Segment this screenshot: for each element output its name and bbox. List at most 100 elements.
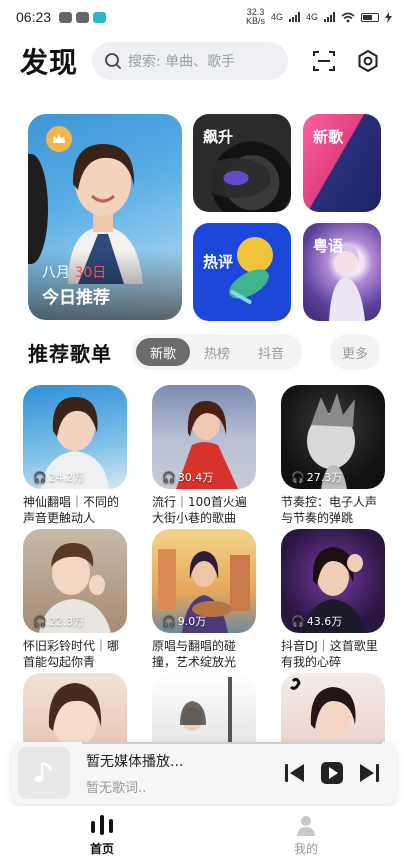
- player-lyrics: 暂无歌词..: [86, 780, 147, 796]
- playlist-cover: 🎧 27.3万: [281, 385, 385, 489]
- recommend-date: 八月 30日: [42, 262, 106, 282]
- mini-player[interactable]: 暂无媒体播放... 暂无歌词..: [12, 742, 396, 804]
- vinyl-decoration: [28, 154, 48, 264]
- next-icon[interactable]: [358, 763, 380, 783]
- music-note-icon: [34, 761, 53, 783]
- headphones-icon: 🎧: [291, 614, 305, 628]
- signal-icon: [288, 12, 300, 22]
- playlist-card[interactable]: 🎧 30.4万 流行｜100首火遍大街小巷的歌曲: [152, 385, 256, 526]
- status-bar: 06:23 32.3 KB/s 4G 4G: [0, 0, 408, 34]
- playback-progress[interactable]: [82, 742, 382, 744]
- cover-image: [180, 677, 232, 743]
- play-count-value: 24.2万: [48, 471, 85, 484]
- playlist-cover: 🎧 22.3万: [23, 529, 127, 633]
- signal-icon: [324, 12, 335, 22]
- app-icon: [93, 11, 107, 23]
- play-count: 🎧 24.2万: [33, 469, 84, 485]
- tile-label: 飙升: [203, 128, 234, 146]
- nav-mine[interactable]: 我的: [266, 810, 346, 857]
- nav-label: 我的: [293, 842, 318, 856]
- album-art: [18, 747, 70, 799]
- settings-icon: [358, 49, 378, 73]
- vip-badge: [46, 126, 72, 152]
- cover-image: [48, 683, 102, 743]
- playlist-card[interactable]: 🎧 22.3万 怀旧彩铃时代｜哪首能勾起你青: [23, 529, 127, 670]
- play-count: 🎧 27.3万: [291, 469, 342, 485]
- tile-new-songs[interactable]: 新歌: [303, 114, 381, 212]
- previous-icon[interactable]: [284, 763, 306, 783]
- header: 发现 搜索: 单曲、歌手: [20, 40, 392, 82]
- recommend-label: 今日推荐: [42, 288, 110, 308]
- date-month: 八月: [42, 265, 70, 281]
- chat-icon: [59, 11, 73, 23]
- settings-button[interactable]: [354, 47, 382, 75]
- play-count-value: 43.6万: [306, 615, 343, 628]
- recommend-playlists-header: 推荐歌单 新歌 热榜 抖音 更多: [28, 332, 380, 372]
- headphones-icon: 🎧: [33, 470, 47, 484]
- search-input[interactable]: 搜索: 单曲、歌手: [92, 42, 289, 80]
- more-button[interactable]: 更多: [330, 334, 380, 370]
- status-right: 32.3 KB/s 4G 4G: [246, 8, 392, 26]
- nav-label: 首页: [89, 842, 114, 856]
- playlist-cover: 🎧 24.2万: [23, 385, 127, 489]
- tile-label: 新歌: [313, 128, 344, 146]
- crown-icon: [53, 134, 65, 143]
- play-count-value: 9.0万: [177, 615, 207, 628]
- user-icon: [297, 816, 315, 836]
- playlist-card[interactable]: 🎧 9.0万 原唱与翻唱的碰撞，艺术绽放光: [152, 529, 256, 670]
- playlist-card[interactable]: [23, 673, 127, 743]
- player-meta: 暂无媒体播放... 暂无歌词..: [86, 751, 183, 796]
- playlist-name: 神仙翻唱｜不同的声音更触动人: [23, 495, 120, 525]
- net-speed: 32.3 KB/s: [245, 7, 265, 26]
- tab-douyin[interactable]: 抖音: [244, 338, 298, 366]
- tile-rising[interactable]: 飙升: [193, 114, 291, 212]
- play-count: 🎧 30.4万: [162, 469, 213, 485]
- tile-hot-comments[interactable]: 热评: [193, 223, 291, 321]
- bottom-nav: 首页 我的: [0, 806, 408, 866]
- nav-home[interactable]: 首页: [62, 810, 142, 857]
- headphones-icon: 🎧: [162, 470, 176, 484]
- headphones-icon: 🎧: [33, 614, 47, 628]
- search-icon: [105, 53, 121, 69]
- playlist-card[interactable]: [281, 673, 385, 743]
- battery-icon: [361, 12, 379, 22]
- play-count-value: 27.3万: [306, 471, 343, 484]
- playlist-name: 抖音DJ｜这首歌里有我的心碎: [281, 639, 378, 669]
- tab-hot[interactable]: 热榜: [190, 338, 244, 366]
- playlist-cover: [23, 673, 127, 743]
- tile-label: 粤语: [313, 237, 344, 255]
- playlist-card[interactable]: [152, 673, 256, 743]
- play-count-value: 30.4万: [177, 471, 214, 484]
- playlist-cover: 🎧 9.0万: [152, 529, 256, 633]
- tab-new[interactable]: 新歌: [136, 338, 191, 366]
- signal-label: 4G: [305, 12, 318, 22]
- app-icon: [76, 11, 90, 23]
- scan-button[interactable]: [310, 47, 338, 75]
- daily-recommend-card[interactable]: 八月 30日 今日推荐: [28, 114, 182, 320]
- playlist-cover: [152, 673, 256, 743]
- playlist-name: 原唱与翻唱的碰撞，艺术绽放光: [152, 639, 237, 669]
- notification-icons: [59, 11, 107, 23]
- section-title: 推荐歌单: [28, 341, 112, 366]
- playlist-card[interactable]: 🎧 24.2万 神仙翻唱｜不同的声音更触动人: [23, 385, 127, 526]
- play-icon[interactable]: [320, 761, 344, 785]
- turntable-image: [201, 158, 271, 198]
- headphones-icon: 🎧: [162, 614, 176, 628]
- wifi-icon: [341, 12, 355, 22]
- search-placeholder: 搜索: 单曲、歌手: [128, 54, 236, 70]
- page-title: 发现: [20, 46, 79, 79]
- charging-icon: [385, 11, 392, 23]
- signal-label: 4G: [270, 12, 283, 22]
- tile-label: 热评: [203, 253, 234, 271]
- playlist-card[interactable]: 🎧 43.6万 抖音DJ｜这首歌里有我的心碎: [281, 529, 385, 670]
- tile-cantonese[interactable]: 粤语: [303, 223, 381, 321]
- playlist-cover: 🎧 30.4万: [152, 385, 256, 489]
- scan-icon: [313, 51, 336, 71]
- playlist-name: 流行｜100首火遍大街小巷的歌曲: [152, 495, 247, 525]
- playlist-name: 怀旧彩铃时代｜哪首能勾起你青: [23, 639, 120, 669]
- playlist-cover: 🎧 43.6万: [281, 529, 385, 633]
- cover-image: [289, 677, 356, 737]
- playlist-card[interactable]: 🎧 27.3万 节奏控：电子人声与节奏的弹跳: [281, 385, 385, 526]
- player-controls: [284, 761, 380, 785]
- play-count-value: 22.3万: [48, 615, 85, 628]
